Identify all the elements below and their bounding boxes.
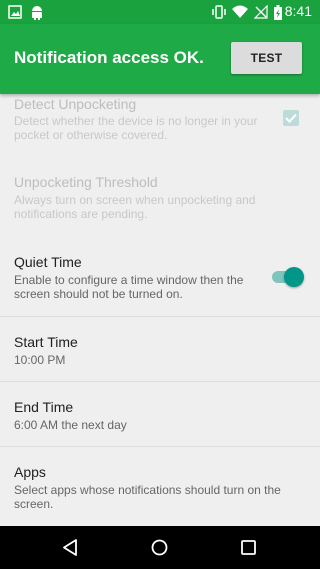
pref-summary: Enable to configure a time window then t… (14, 273, 244, 301)
pref-summary: 10:00 PM (14, 353, 66, 367)
back-icon[interactable] (62, 539, 78, 561)
pref-summary: 6:00 AM the next day (14, 418, 127, 432)
pref-unpocketing-threshold[interactable]: Unpocketing Threshold Always turn on scr… (0, 156, 320, 234)
pref-title: Start Time (14, 334, 78, 350)
status-time: 8:41 (284, 3, 312, 19)
recents-icon[interactable] (241, 540, 256, 560)
image-icon (8, 4, 22, 20)
home-icon[interactable] (151, 539, 168, 561)
pref-summary: Select apps whose notifications should t… (14, 483, 281, 511)
preferences-list[interactable]: Detect Unpocketing Detect whether the de… (0, 94, 320, 526)
wifi-icon (232, 4, 248, 20)
pref-title: Apps (14, 464, 46, 480)
banner-title: Notification access OK. (14, 48, 204, 67)
quiet-time-switch[interactable] (284, 267, 304, 287)
check-icon (285, 113, 297, 123)
notification-access-banner: Notification access OK. TEST (0, 24, 320, 94)
pref-detect-unpocketing[interactable]: Detect Unpocketing Detect whether the de… (0, 94, 320, 156)
pref-title: Quiet Time (14, 254, 82, 270)
pref-summary: Always turn on screen when unpocketing a… (14, 193, 256, 221)
test-button[interactable]: TEST (231, 42, 302, 74)
pref-title: Unpocketing Threshold (14, 174, 158, 190)
no-signal-icon (254, 4, 268, 20)
pref-title: End Time (14, 399, 74, 415)
vibrate-icon (211, 4, 227, 20)
pref-summary: Detect whether the device is no longer i… (14, 114, 258, 142)
detect-unpocketing-checkbox[interactable] (283, 110, 299, 126)
navigation-bar (0, 526, 320, 569)
pref-title: Detect Unpocketing (14, 96, 137, 112)
pref-apps[interactable]: Apps Select apps whose notifications sho… (0, 447, 320, 526)
pref-start-time[interactable]: Start Time 10:00 PM (0, 317, 320, 381)
android-icon (30, 4, 44, 20)
battery-charging-icon (274, 4, 282, 20)
status-bar: 8:41 (0, 0, 320, 24)
pref-end-time[interactable]: End Time 6:00 AM the next day (0, 382, 320, 446)
